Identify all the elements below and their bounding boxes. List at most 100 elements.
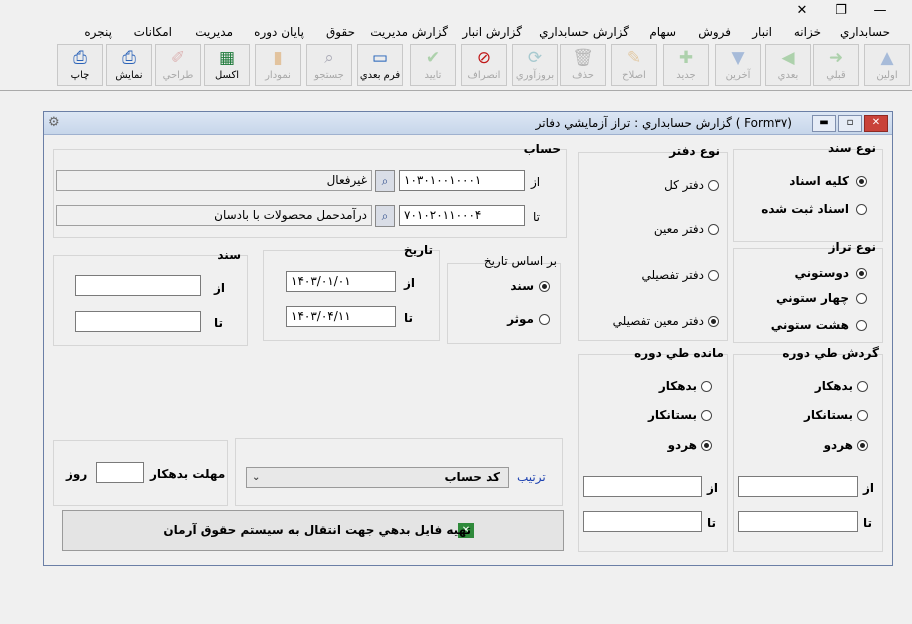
doc-type-title: نوع سند	[827, 141, 876, 155]
menu-window[interactable]: پنجره	[84, 25, 112, 39]
menu-accounting-report[interactable]: گزارش حسابداري	[539, 25, 629, 39]
minimize-icon[interactable]: —	[868, 2, 892, 20]
date-basis-effective-label: موثر	[507, 312, 534, 326]
design-button[interactable]: ✐ طراحي	[155, 44, 201, 86]
next-form-button[interactable]: ▭ فرم بعدي	[357, 44, 403, 86]
period-turnover-from-input[interactable]	[738, 476, 858, 497]
ledger-type-group	[578, 152, 728, 341]
restore-icon[interactable]: ❐	[829, 2, 853, 20]
form-title: گزارش حسابداري : تراز آزمايشي دفاتر ( Fo…	[535, 116, 792, 130]
toolbar: ▲ اولين ➜ قبلي ◀ بعدي ▼ آخرين ✚ جديد ✎ اصلاح 🗑…	[0, 42, 912, 91]
doc-number-to-input[interactable]	[75, 311, 201, 332]
menu-inventory-report[interactable]: گزارش انبار	[462, 25, 522, 39]
period-balance-from-input[interactable]	[583, 476, 702, 497]
doc-number-title: سند	[217, 248, 241, 262]
doc-number-group	[53, 255, 248, 346]
ledger-general-label: دفتر كل	[664, 178, 704, 192]
balance-4col-radio[interactable]	[856, 293, 867, 304]
account-group-title: حساب	[523, 142, 561, 156]
period-balance-debit-radio[interactable]	[701, 381, 712, 392]
account-to-search-icon[interactable]: ⌕	[375, 205, 395, 227]
arrow-right-icon: ➜	[828, 48, 844, 68]
date-to-input[interactable]: ۱۴۰۳/۰۴/۱۱	[286, 306, 396, 327]
menu-management-report[interactable]: گزارش مديريت	[370, 25, 448, 39]
menu-facilities[interactable]: امكانات	[134, 25, 172, 39]
print-button[interactable]: ⎙ چاپ	[57, 44, 103, 86]
date-from-input[interactable]: ۱۴۰۳/۰۱/۰۱	[286, 271, 396, 292]
balance-8col-radio[interactable]	[856, 320, 867, 331]
period-balance-both-label: هردو	[667, 438, 697, 452]
date-title: تاريخ	[403, 243, 433, 257]
balance-2col-radio[interactable]	[856, 268, 867, 279]
chart-button[interactable]: ▮ نمودار	[255, 44, 301, 86]
menu-management[interactable]: مديريت	[195, 25, 233, 39]
ledger-detail-radio[interactable]	[708, 270, 719, 281]
doc-type-all-radio[interactable]	[856, 176, 867, 187]
period-turnover-debit-label: بدهكار	[814, 379, 853, 393]
confirm-button[interactable]: ✔ تاييد	[410, 44, 456, 86]
close-icon[interactable]: ✕	[790, 2, 814, 20]
form-maximize-icon[interactable]: ▫	[838, 115, 862, 132]
account-from-code[interactable]: ۱۰۳۰۱۰۰۱۰۰۰۱	[399, 170, 525, 191]
balance-2col-label: دوستوني	[794, 266, 850, 280]
account-to-code[interactable]: ۷۰۱۰۲۰۱۱۰۰۰۴	[399, 205, 525, 226]
account-from-name: غیرفعال	[56, 170, 372, 191]
window-icon: ▭	[371, 48, 389, 68]
doc-number-from-input[interactable]	[75, 275, 201, 296]
period-balance-to-input[interactable]	[583, 511, 702, 532]
refresh-button[interactable]: ⟳ بروزآوري	[512, 44, 558, 86]
menu-shares[interactable]: سهام	[649, 25, 676, 39]
preview-button[interactable]: ⎙ نمايش	[106, 44, 152, 86]
period-turnover-both-radio[interactable]	[857, 440, 868, 451]
period-balance-credit-radio[interactable]	[701, 410, 712, 421]
balance-4col-label: چهار ستوني	[775, 291, 849, 305]
bar-chart-icon: ▮	[273, 48, 283, 68]
period-turnover-title: گردش طي دوره	[782, 346, 879, 360]
date-basis-effective-radio[interactable]	[539, 314, 550, 325]
trash-icon: 🗑	[572, 48, 594, 68]
form-close-icon[interactable]: ✕	[864, 115, 888, 132]
ledger-subsidiary-detail-radio[interactable]	[708, 316, 719, 327]
prev-button[interactable]: ➜ قبلي	[813, 44, 859, 86]
date-basis-doc-label: سند	[510, 279, 534, 293]
excel-icon: ▦	[218, 48, 236, 68]
menu-inventory[interactable]: انبار	[752, 25, 772, 39]
doc-type-registered-radio[interactable]	[856, 204, 867, 215]
sort-select[interactable]: كد حساب ⌄	[246, 467, 509, 488]
menu-accounting[interactable]: حسابداري	[840, 25, 890, 39]
ledger-type-title: نوع دفتر	[669, 144, 720, 158]
form-minimize-icon[interactable]: ▬	[812, 115, 836, 132]
date-to-label: تا	[404, 311, 414, 325]
last-button[interactable]: ▼ آخرين	[715, 44, 761, 86]
period-turnover-credit-radio[interactable]	[857, 410, 868, 421]
binoculars-icon: ⌕	[324, 48, 334, 68]
doc-type-group	[733, 149, 883, 242]
export-payroll-button[interactable]: ✕ تهيه فايل بدهي جهت انتقال به سيستم حقو…	[62, 510, 564, 551]
date-basis-doc-radio[interactable]	[539, 281, 550, 292]
debtor-deadline-input[interactable]	[96, 462, 144, 483]
ledger-general-radio[interactable]	[708, 180, 719, 191]
export-payroll-label: تهيه فايل بدهي جهت انتقال به سيستم حقوق …	[163, 523, 471, 537]
menu-payroll[interactable]: حقوق	[326, 25, 355, 39]
excel-button[interactable]: ▦ اكسل	[204, 44, 250, 86]
period-balance-both-radio[interactable]	[701, 440, 712, 451]
next-button[interactable]: ◀ بعدي	[765, 44, 811, 86]
sort-label: ترتيب	[517, 470, 546, 484]
period-turnover-to-input[interactable]	[738, 511, 858, 532]
menu-period-end[interactable]: پايان دوره	[254, 25, 304, 39]
ledger-subsidiary-detail-label: دفتر معين تفصيلي	[612, 314, 704, 328]
edit-button[interactable]: ✎ اصلاح	[611, 44, 657, 86]
new-button[interactable]: ✚ جديد	[663, 44, 709, 86]
period-turnover-debit-radio[interactable]	[857, 381, 868, 392]
cancel-button[interactable]: ⊘ انصراف	[461, 44, 507, 86]
balance-8col-label: هشت ستوني	[770, 318, 849, 332]
first-button[interactable]: ▲ اولين	[864, 44, 910, 86]
period-balance-to-label: تا	[707, 516, 717, 530]
delete-button[interactable]: 🗑 حذف	[560, 44, 606, 86]
menu-sales[interactable]: فروش	[698, 25, 731, 39]
account-from-search-icon[interactable]: ⌕	[375, 170, 395, 192]
menu-treasury[interactable]: خزانه	[794, 25, 821, 39]
search-button[interactable]: ⌕ جستجو	[306, 44, 352, 86]
period-balance-title: مانده طي دوره	[634, 346, 724, 360]
ledger-subsidiary-radio[interactable]	[708, 224, 719, 235]
